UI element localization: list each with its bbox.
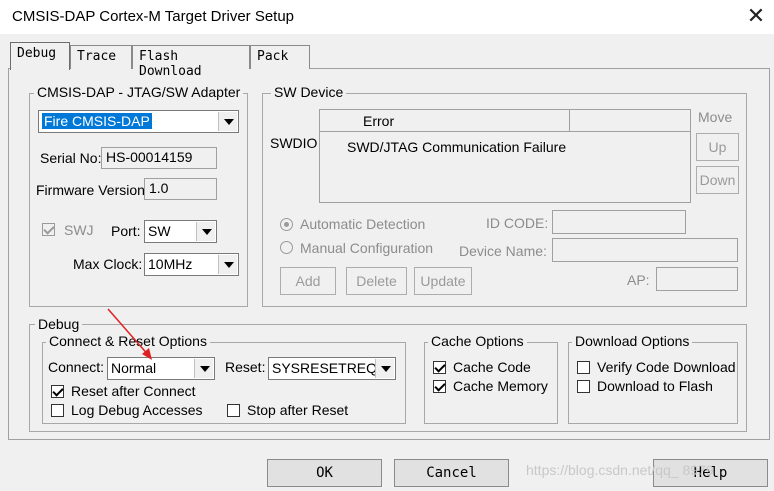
auto-detect-label: Automatic Detection — [300, 216, 426, 232]
ap-field[interactable] — [656, 267, 738, 291]
serial-label: Serial No: — [40, 150, 102, 166]
ap-label: AP: — [627, 272, 650, 288]
chevron-down-icon[interactable] — [375, 359, 394, 378]
swj-checkbox[interactable] — [42, 223, 55, 236]
title-bar: CMSIS-DAP Cortex-M Target Driver Setup ✕ — [0, 0, 774, 34]
adapter-select-value: Fire CMSIS-DAP — [42, 113, 152, 129]
device-list[interactable]: Error SWD/JTAG Communication Failure — [319, 109, 691, 203]
cache-memory-label: Cache Memory — [453, 378, 548, 394]
port-label: Port: — [111, 223, 141, 239]
verify-download-label: Verify Code Download — [597, 359, 736, 375]
adapter-group-label: CMSIS-DAP - JTAG/SW Adapter — [34, 84, 244, 100]
manual-config-label: Manual Configuration — [300, 240, 434, 256]
error-message: SWD/JTAG Communication Failure — [347, 139, 567, 155]
reset-select[interactable]: SYSRESETREQ — [268, 357, 396, 380]
window-title: CMSIS-DAP Cortex-M Target Driver Setup — [12, 8, 295, 25]
sw-device-group-label: SW Device — [271, 84, 347, 100]
max-clock-label: Max Clock: — [73, 256, 143, 272]
max-clock-select[interactable]: 10MHz — [144, 253, 239, 276]
reset-after-connect-checkbox[interactable] — [51, 385, 64, 398]
max-clock-select-value: 10MHz — [148, 256, 193, 272]
log-debug-label: Log Debug Accesses — [71, 402, 203, 418]
connect-label: Connect: — [48, 359, 105, 375]
delete-button[interactable]: Delete — [346, 267, 407, 295]
device-list-header-extra — [570, 110, 690, 132]
swj-label: SWJ — [64, 222, 94, 238]
close-icon[interactable]: ✕ — [744, 4, 768, 28]
reset-select-value: SYSRESETREQ — [272, 360, 378, 376]
port-select[interactable]: SW — [144, 220, 217, 243]
tab-trace[interactable]: Trace — [70, 45, 132, 69]
watermark: https://blog.csdn.net/qq_ 8979 — [526, 462, 714, 478]
device-name-field[interactable] — [552, 238, 738, 262]
auto-detect-radio[interactable] — [280, 218, 293, 231]
annotation-arrow-icon — [107, 308, 152, 360]
download-to-flash-checkbox[interactable] — [577, 380, 590, 393]
firmware-label: Firmware Version: — [36, 182, 149, 198]
tab-debug[interactable]: Debug — [10, 42, 70, 70]
stop-after-reset-checkbox[interactable] — [227, 404, 240, 417]
debug-group-label: Debug — [35, 316, 83, 332]
download-options-group-label: Download Options — [572, 333, 693, 349]
download-to-flash-label: Download to Flash — [597, 378, 713, 394]
chevron-down-icon[interactable] — [218, 255, 237, 274]
log-debug-checkbox[interactable] — [51, 404, 64, 417]
cache-options-group-label: Cache Options — [428, 333, 527, 349]
firmware-field: 1.0 — [144, 178, 217, 200]
swdio-label: SWDIO — [270, 135, 318, 151]
tab-pack[interactable]: Pack — [250, 45, 310, 69]
manual-config-radio[interactable] — [280, 241, 293, 254]
move-label: Move — [698, 109, 733, 125]
verify-download-checkbox[interactable] — [577, 361, 590, 374]
cancel-button[interactable]: Cancel — [394, 459, 509, 487]
move-down-button[interactable]: Down — [696, 166, 739, 194]
port-select-value: SW — [148, 223, 171, 239]
device-name-label: Device Name: — [459, 243, 547, 259]
id-code-label: ID CODE: — [486, 215, 549, 231]
cache-memory-checkbox[interactable] — [433, 380, 446, 393]
chevron-down-icon[interactable] — [194, 359, 213, 378]
id-code-field[interactable] — [552, 210, 686, 234]
column-header-error: Error — [363, 113, 395, 129]
serial-field: HS-00014159 — [101, 147, 217, 169]
stop-after-reset-label: Stop after Reset — [247, 402, 349, 418]
adapter-select[interactable]: Fire CMSIS-DAP — [38, 110, 239, 133]
chevron-down-icon[interactable] — [196, 222, 215, 241]
chevron-down-icon[interactable] — [218, 112, 237, 131]
reset-label: Reset: — [225, 359, 266, 375]
add-button[interactable]: Add — [280, 267, 336, 295]
move-up-button[interactable]: Up — [696, 133, 739, 161]
device-list-header: Error — [320, 110, 570, 132]
reset-after-connect-label: Reset after Connect — [71, 383, 196, 399]
tab-flash-download[interactable]: Flash Download — [132, 45, 250, 79]
ok-button[interactable]: OK — [267, 459, 382, 487]
update-button[interactable]: Update — [414, 267, 472, 295]
cache-code-label: Cache Code — [453, 359, 531, 375]
cache-code-checkbox[interactable] — [433, 361, 446, 374]
